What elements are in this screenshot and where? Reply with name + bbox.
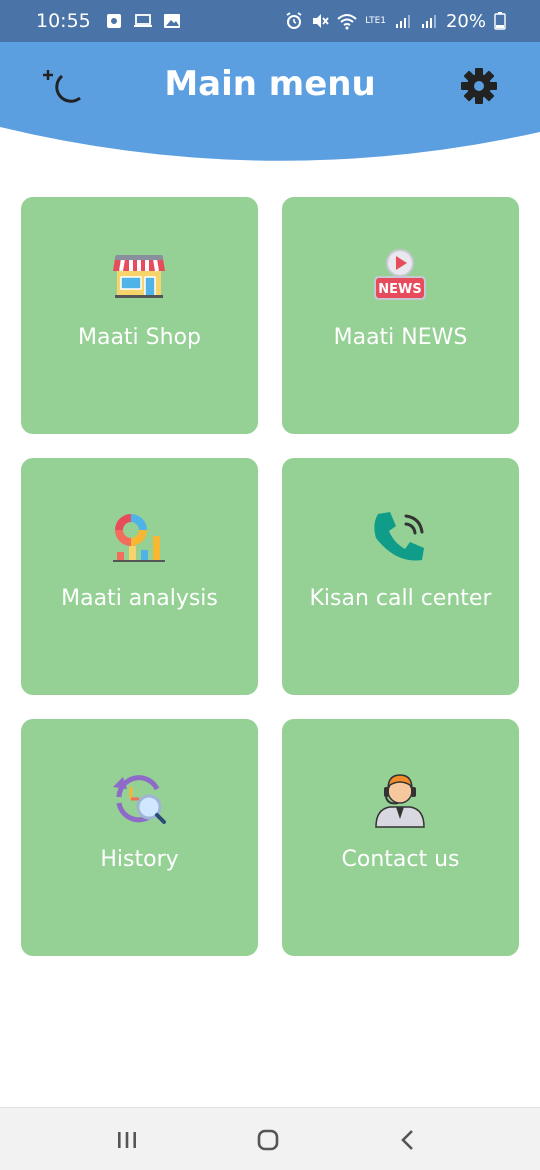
status-left-icons: [105, 12, 181, 30]
menu-card-maati-analysis[interactable]: Maati analysis: [21, 458, 258, 695]
mute-icon: [313, 14, 329, 28]
recent-apps-icon[interactable]: [112, 1126, 142, 1154]
menu-card-maati-shop[interactable]: Maati Shop: [21, 197, 258, 434]
menu-card-label: History: [100, 847, 179, 872]
menu-card-label: Maati NEWS: [333, 325, 468, 350]
battery-percent: 20%: [445, 10, 486, 32]
system-nav-bar: [0, 1107, 540, 1170]
signal-icon: [395, 15, 410, 28]
laptop-icon: [133, 14, 152, 27]
alarm-icon: [286, 12, 302, 29]
main-menu-grid: Maati Shop NEWS Maati NEWS Maati analysi…: [21, 197, 519, 956]
analysis-chart-icon: [113, 514, 165, 562]
notification-icon: [106, 14, 121, 28]
volte-label: LTE1: [365, 15, 386, 26]
home-icon[interactable]: [253, 1126, 283, 1154]
settings-gear-icon[interactable]: [459, 66, 499, 106]
signal-icon: [421, 15, 436, 28]
app-header: Main menu: [0, 42, 540, 162]
menu-card-label: Maati analysis: [61, 586, 218, 611]
support-agent-icon: [375, 774, 425, 828]
back-icon[interactable]: [393, 1126, 423, 1154]
menu-card-history[interactable]: History: [21, 719, 258, 956]
image-icon: [163, 14, 180, 28]
menu-card-label: Maati Shop: [77, 325, 201, 350]
menu-card-kisan-call-center[interactable]: Kisan call center: [282, 458, 519, 695]
status-bar: 10:55 LTE1 20%: [0, 0, 540, 42]
menu-card-label: Contact us: [341, 847, 460, 872]
news-icon: NEWS: [374, 249, 426, 300]
status-time: 10:55: [36, 10, 91, 32]
menu-card-maati-news[interactable]: NEWS Maati NEWS: [282, 197, 519, 434]
phone-call-icon: [374, 512, 424, 561]
status-right-icons: LTE1 20%: [285, 11, 506, 32]
news-badge-text: NEWS: [378, 282, 421, 297]
wifi-icon: [337, 14, 357, 30]
shop-icon: [113, 255, 165, 298]
battery-icon: [494, 12, 506, 30]
menu-card-contact-us[interactable]: Contact us: [282, 719, 519, 956]
menu-card-label: Kisan call center: [309, 586, 492, 611]
history-icon: [113, 775, 166, 824]
